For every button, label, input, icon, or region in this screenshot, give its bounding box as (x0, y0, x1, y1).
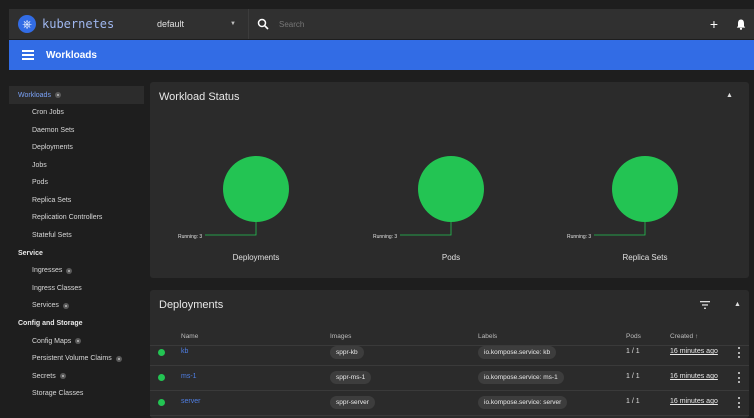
info-icon (75, 338, 82, 345)
image-chip: sppr-server (330, 396, 375, 409)
sidebar-item-persistent-volume-claims[interactable]: Persistent Volume Claims (9, 350, 144, 368)
deployment-name-link[interactable]: ms-1 (181, 373, 197, 380)
caret-down-icon: ▼ (230, 21, 236, 27)
replica-sets-running-label: Running: 3 (567, 234, 591, 240)
pods-running-label: Running: 3 (373, 234, 397, 240)
sidebar-item-config-maps[interactable]: Config Maps (9, 333, 144, 351)
column-header-labels: Labels (478, 333, 498, 340)
sidebar-item-secrets[interactable]: Secrets (9, 368, 144, 386)
sidebar-item-replica-sets[interactable]: Replica Sets (9, 192, 144, 210)
top-bar: ⎈ kubernetes default ▼ Search + (9, 9, 754, 39)
deployments-leader-line (205, 222, 257, 236)
pods-running-pie (418, 156, 484, 222)
sidebar-item-label: Ingresses (32, 267, 63, 275)
sidebar: Workloads Cron Jobs Daemon Sets Deployme… (9, 70, 144, 418)
created-time[interactable]: 16 minutes ago (670, 373, 718, 380)
sidebar-item-services[interactable]: Services (9, 297, 144, 315)
image-chip: sppr-ms-1 (330, 371, 372, 384)
sidebar-item-ingress-classes[interactable]: Ingress Classes (9, 280, 144, 298)
deployments-card: Deployments ▲ Name Images Labels Pods Cr… (150, 290, 749, 418)
running-status-icon (158, 374, 165, 381)
search-input[interactable]: Search (279, 20, 304, 29)
sidebar-item-ingresses[interactable]: Ingresses (9, 262, 144, 280)
table-row[interactable]: server sppr-server io.kompose.service: s… (150, 391, 749, 416)
replica-sets-chart-name: Replica Sets (623, 253, 668, 262)
sidebar-item-label: Config Maps (32, 337, 72, 345)
search-box[interactable]: Search (257, 9, 304, 39)
sidebar-item-label: Secrets (32, 372, 56, 380)
top-actions: + (710, 9, 746, 39)
created-time[interactable]: 16 minutes ago (670, 348, 718, 355)
collapse-icon[interactable]: ▲ (734, 301, 741, 308)
pods-leader-line (400, 222, 452, 236)
kubernetes-logo[interactable]: ⎈ kubernetes (9, 15, 149, 33)
label-chip: io.kompose.service: kb (478, 346, 557, 359)
helm-wheel-icon: ⎈ (18, 15, 36, 33)
deployments-title: Deployments (159, 299, 224, 311)
column-header-name[interactable]: Name (181, 333, 198, 340)
sidebar-category-workloads[interactable]: Workloads (9, 86, 144, 104)
column-header-created[interactable]: Created ↑ (670, 333, 698, 340)
sort-ascending-icon: ↑ (694, 333, 699, 340)
info-icon (54, 92, 61, 98)
logo-text: kubernetes (42, 17, 115, 31)
label-chip: io.kompose.service: ms-1 (478, 371, 564, 384)
replica-sets-status-chart: Running: 3 Replica Sets (567, 156, 678, 262)
sidebar-item-stateful-sets[interactable]: Stateful Sets (9, 227, 144, 245)
pods-count: 1 / 1 (626, 373, 640, 380)
create-resource-button[interactable]: + (710, 16, 718, 32)
column-header-label: Created (670, 333, 694, 340)
workload-status-charts: Running: 3 Deployments Running: 3 Pods R… (178, 156, 678, 262)
label-chip: io.kompose.service: server (478, 396, 568, 409)
more-options-icon[interactable] (738, 397, 741, 408)
sidebar-category-config-and-storage[interactable]: Config and Storage (9, 315, 144, 333)
sidebar-item-deployments[interactable]: Deployments (9, 139, 144, 157)
deployments-status-chart: Running: 3 Deployments (178, 156, 289, 262)
info-icon (115, 355, 122, 362)
pods-count: 1 / 1 (626, 348, 640, 355)
sidebar-item-storage-classes[interactable]: Storage Classes (9, 385, 144, 403)
table-row[interactable]: kb sppr-kb io.kompose.service: kb 1 / 1 … (150, 341, 749, 366)
sidebar-item-label: Persistent Volume Claims (32, 355, 112, 363)
sidebar-item-replication-controllers[interactable]: Replication Controllers (9, 209, 144, 227)
table-row[interactable]: ms-1 sppr-ms-1 io.kompose.service: ms-1 … (150, 366, 749, 391)
column-header-pods: Pods (626, 333, 641, 340)
deployments-running-label: Running: 3 (178, 234, 202, 240)
running-status-icon (158, 399, 165, 406)
sidebar-item-daemon-sets[interactable]: Daemon Sets (9, 122, 144, 140)
filter-icon[interactable] (700, 301, 710, 309)
deployment-name-link[interactable]: kb (181, 348, 188, 355)
workload-status-card: Workload Status ▲ Running: 3 Deployments… (150, 82, 749, 278)
deployments-running-pie (223, 156, 289, 222)
more-options-icon[interactable] (738, 347, 741, 358)
notifications-bell-icon[interactable] (736, 19, 746, 30)
pods-chart-name: Pods (442, 253, 460, 262)
menu-icon[interactable] (22, 50, 34, 60)
column-header-images: Images (330, 333, 352, 340)
info-icon (59, 373, 66, 380)
deployment-name-link[interactable]: server (181, 398, 200, 405)
sidebar-item-pods[interactable]: Pods (9, 174, 144, 192)
info-icon (62, 302, 69, 309)
deployments-chart-name: Deployments (233, 253, 280, 262)
created-time[interactable]: 16 minutes ago (670, 398, 718, 405)
sidebar-item-cron-jobs[interactable]: Cron Jobs (9, 104, 144, 122)
sidebar-item-jobs[interactable]: Jobs (9, 157, 144, 175)
sidebar-category-label: Workloads (18, 91, 51, 99)
pods-count: 1 / 1 (626, 398, 640, 405)
info-icon (66, 267, 73, 274)
running-status-icon (158, 349, 165, 356)
pods-status-chart: Running: 3 Pods (373, 156, 484, 262)
namespace-select[interactable]: default ▼ (149, 9, 249, 39)
namespace-value: default (157, 19, 185, 29)
replica-sets-leader-line (594, 222, 646, 236)
page-title: Workloads (46, 49, 97, 61)
image-chip: sppr-kb (330, 346, 364, 359)
replica-sets-running-pie (612, 156, 678, 222)
more-options-icon[interactable] (738, 372, 741, 383)
title-bar: Workloads (9, 40, 754, 70)
search-icon (257, 18, 269, 30)
sidebar-category-service[interactable]: Service (9, 244, 144, 262)
sidebar-item-label: Services (32, 302, 59, 310)
